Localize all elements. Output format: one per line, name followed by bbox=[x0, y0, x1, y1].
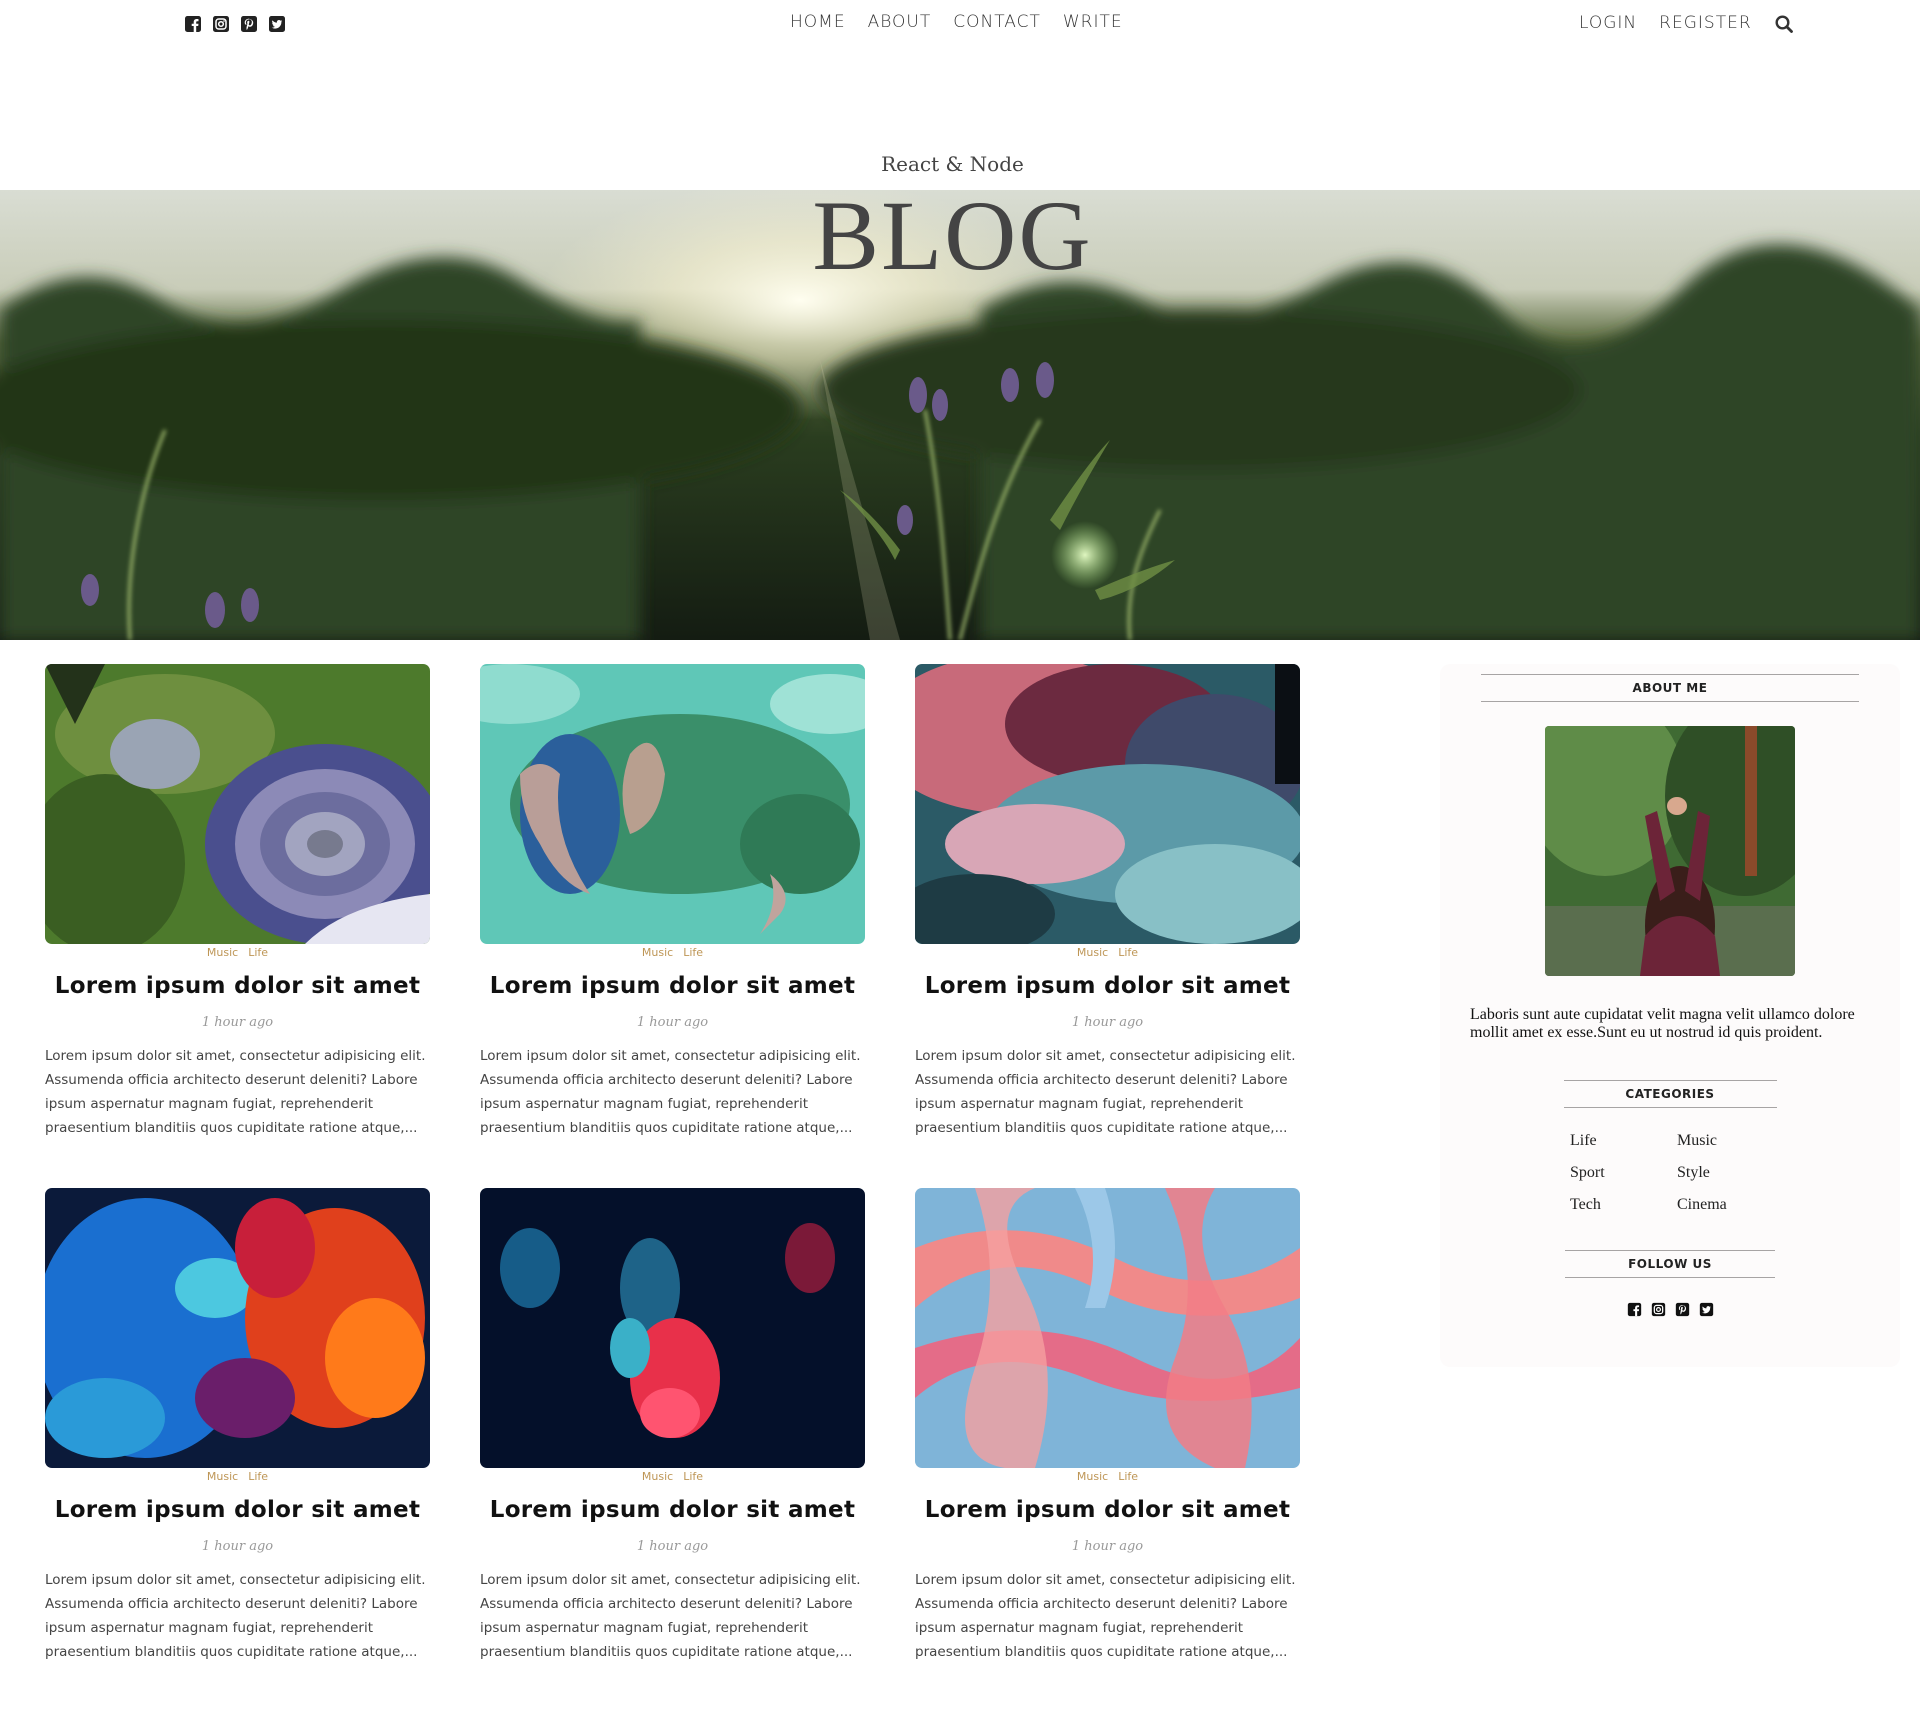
post-category[interactable]: Life bbox=[683, 1470, 703, 1483]
header-subtitle: React & Node bbox=[881, 152, 1024, 176]
category-cinema[interactable]: Cinema bbox=[1677, 1196, 1784, 1214]
facebook-icon[interactable] bbox=[184, 15, 202, 33]
post-image[interactable] bbox=[915, 1188, 1300, 1468]
category-music[interactable]: Music bbox=[1677, 1132, 1784, 1150]
post-description: Lorem ipsum dolor sit amet, consectetur … bbox=[45, 1572, 426, 1660]
post-image[interactable] bbox=[480, 1188, 865, 1468]
post-card: Music Life Lorem ipsum dolor sit amet 1 h… bbox=[915, 664, 1300, 1140]
post-image[interactable] bbox=[45, 1188, 430, 1468]
post-card: Music Life Lorem ipsum dolor sit amet 1 h… bbox=[45, 664, 430, 1140]
about-me-photo bbox=[1545, 726, 1795, 976]
post-category[interactable]: Music bbox=[207, 1470, 238, 1483]
post-category[interactable]: Music bbox=[207, 946, 238, 959]
post-image[interactable] bbox=[915, 664, 1300, 944]
about-me-text: Laboris sunt aute cupidatat velit magna … bbox=[1470, 1006, 1855, 1041]
post-title[interactable]: Lorem ipsum dolor sit amet bbox=[45, 1497, 430, 1523]
category-tech[interactable]: Tech bbox=[1570, 1196, 1677, 1214]
sidebar-social-icons bbox=[1440, 1302, 1900, 1317]
facebook-icon[interactable] bbox=[1627, 1302, 1642, 1317]
post-category[interactable]: Life bbox=[248, 946, 268, 959]
search-icon[interactable] bbox=[1774, 14, 1794, 34]
post-title[interactable]: Lorem ipsum dolor sit amet bbox=[480, 1497, 865, 1523]
category-life[interactable]: Life bbox=[1570, 1132, 1677, 1150]
main-nav: HOME ABOUT CONTACT WRITE bbox=[790, 12, 1123, 32]
post-card: Music Life Lorem ipsum dolor sit amet 1 h… bbox=[915, 1188, 1300, 1664]
post-title[interactable]: Lorem ipsum dolor sit amet bbox=[915, 1497, 1300, 1523]
nav-register[interactable]: REGISTER bbox=[1659, 13, 1751, 33]
pinterest-icon[interactable] bbox=[240, 15, 258, 33]
post-category[interactable]: Music bbox=[642, 1470, 673, 1483]
nav-write[interactable]: WRITE bbox=[1063, 12, 1123, 32]
post-category[interactable]: Life bbox=[683, 946, 703, 959]
post-categories: Music Life bbox=[45, 946, 430, 959]
header-title: BLOG bbox=[812, 180, 1093, 291]
nav-login[interactable]: LOGIN bbox=[1579, 13, 1637, 33]
auth-nav: LOGIN REGISTER bbox=[1579, 12, 1794, 34]
twitter-icon[interactable] bbox=[1699, 1302, 1714, 1317]
category-list: Life Music Sport Style Tech Cinema bbox=[1550, 1132, 1790, 1214]
post-image[interactable] bbox=[45, 664, 430, 944]
post-category[interactable]: Life bbox=[1118, 946, 1138, 959]
nav-about[interactable]: ABOUT bbox=[868, 12, 932, 32]
top-social-icons bbox=[184, 15, 286, 33]
twitter-icon[interactable] bbox=[268, 15, 286, 33]
post-title[interactable]: Lorem ipsum dolor sit amet bbox=[915, 973, 1300, 999]
post-description: Lorem ipsum dolor sit amet, consectetur … bbox=[45, 1048, 426, 1136]
about-me-title: ABOUT ME bbox=[1481, 674, 1859, 702]
post-card: Music Life Lorem ipsum dolor sit amet 1 h… bbox=[480, 1188, 865, 1664]
post-date: 1 hour ago bbox=[636, 1015, 709, 1030]
nav-home[interactable]: HOME bbox=[790, 12, 846, 32]
post-date: 1 hour ago bbox=[636, 1539, 709, 1554]
post-description: Lorem ipsum dolor sit amet, consectetur … bbox=[480, 1048, 861, 1136]
post-category[interactable]: Music bbox=[1077, 1470, 1108, 1483]
sidebar: ABOUT ME Laboris sunt aute cupidatat vel… bbox=[1440, 664, 1900, 1367]
post-category[interactable]: Music bbox=[642, 946, 673, 959]
follow-us-title: FOLLOW US bbox=[1565, 1250, 1775, 1278]
post-categories: Music Life bbox=[480, 1470, 865, 1483]
category-sport[interactable]: Sport bbox=[1570, 1164, 1677, 1182]
instagram-icon[interactable] bbox=[212, 15, 230, 33]
post-card: Music Life Lorem ipsum dolor sit amet 1 h… bbox=[45, 1188, 430, 1664]
top-bar: HOME ABOUT CONTACT WRITE LOGIN REGISTER bbox=[0, 0, 1920, 50]
post-description: Lorem ipsum dolor sit amet, consectetur … bbox=[480, 1572, 861, 1660]
post-categories: Music Life bbox=[915, 1470, 1300, 1483]
post-category[interactable]: Life bbox=[1118, 1470, 1138, 1483]
post-category[interactable]: Music bbox=[1077, 946, 1108, 959]
category-style[interactable]: Style bbox=[1677, 1164, 1784, 1182]
categories-title: CATEGORIES bbox=[1563, 1080, 1777, 1108]
post-description: Lorem ipsum dolor sit amet, consectetur … bbox=[915, 1048, 1296, 1136]
post-image[interactable] bbox=[480, 664, 865, 944]
post-date: 1 hour ago bbox=[201, 1015, 274, 1030]
nav-contact[interactable]: CONTACT bbox=[953, 12, 1041, 32]
post-date: 1 hour ago bbox=[201, 1539, 274, 1554]
post-categories: Music Life bbox=[915, 946, 1300, 959]
post-title[interactable]: Lorem ipsum dolor sit amet bbox=[45, 973, 430, 999]
instagram-icon[interactable] bbox=[1651, 1302, 1666, 1317]
post-title[interactable]: Lorem ipsum dolor sit amet bbox=[480, 973, 865, 999]
post-date: 1 hour ago bbox=[1071, 1015, 1144, 1030]
post-categories: Music Life bbox=[480, 946, 865, 959]
post-description: Lorem ipsum dolor sit amet, consectetur … bbox=[915, 1572, 1296, 1660]
post-card: Music Life Lorem ipsum dolor sit amet 1 h… bbox=[480, 664, 865, 1140]
post-date: 1 hour ago bbox=[1071, 1539, 1144, 1554]
pinterest-icon[interactable] bbox=[1675, 1302, 1690, 1317]
post-category[interactable]: Life bbox=[248, 1470, 268, 1483]
post-categories: Music Life bbox=[45, 1470, 430, 1483]
